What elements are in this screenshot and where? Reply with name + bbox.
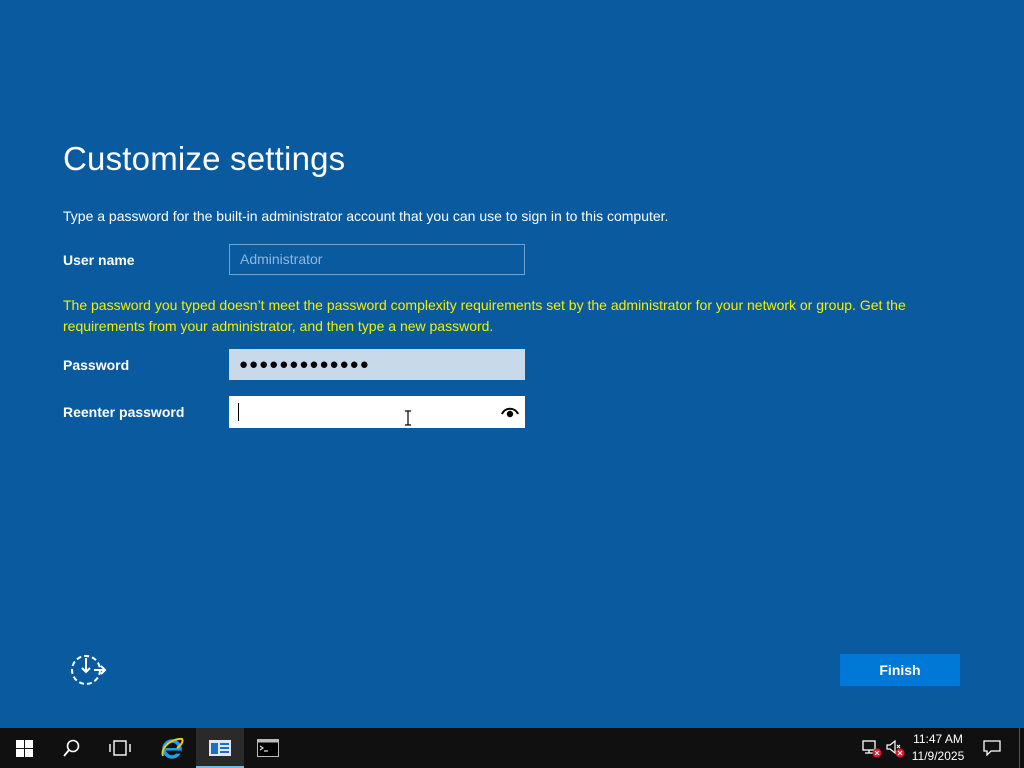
password-field[interactable]: ●●●●●●●●●●●●● — [229, 349, 525, 380]
command-prompt-icon — [257, 739, 279, 757]
page-title: Customize settings — [63, 140, 346, 177]
task-view-button[interactable] — [96, 728, 144, 768]
ease-of-access-icon[interactable] — [68, 652, 108, 688]
username-label: User name — [63, 252, 135, 268]
reveal-password-eye-icon[interactable] — [501, 404, 519, 420]
task-view-icon — [109, 740, 131, 756]
finish-button[interactable]: Finish — [840, 654, 960, 686]
server-manager-button[interactable] — [196, 728, 244, 768]
start-button[interactable] — [0, 728, 48, 768]
intro-text: Type a password for the built-in adminis… — [63, 208, 669, 224]
username-field: Administrator — [229, 244, 525, 275]
clock-time: 11:47 AM — [913, 732, 963, 746]
taskbar: 11:47 AM 11/9/2025 — [0, 728, 1024, 768]
ibeam-cursor-icon — [405, 410, 411, 426]
search-button[interactable] — [48, 728, 96, 768]
action-center-button[interactable] — [978, 728, 1006, 768]
show-desktop-button[interactable] — [1019, 728, 1024, 768]
password-label: Password — [63, 357, 130, 373]
reenter-password-label: Reenter password — [63, 404, 185, 420]
action-center-icon — [983, 740, 1001, 756]
clock[interactable]: 11:47 AM 11/9/2025 — [906, 731, 970, 765]
internet-explorer-button[interactable] — [148, 728, 196, 768]
text-caret — [238, 403, 239, 421]
network-disconnected-icon[interactable] — [862, 738, 882, 758]
volume-muted-icon[interactable] — [885, 738, 905, 758]
server-manager-icon — [209, 740, 231, 756]
search-icon — [63, 739, 80, 757]
command-prompt-button[interactable] — [244, 728, 292, 768]
windows-logo-icon — [15, 739, 33, 757]
reenter-password-field[interactable] — [229, 396, 525, 428]
clock-date: 11/9/2025 — [911, 749, 965, 763]
password-complexity-warning: The password you typed doesn’t meet the … — [63, 297, 906, 334]
internet-explorer-icon — [161, 737, 184, 759]
